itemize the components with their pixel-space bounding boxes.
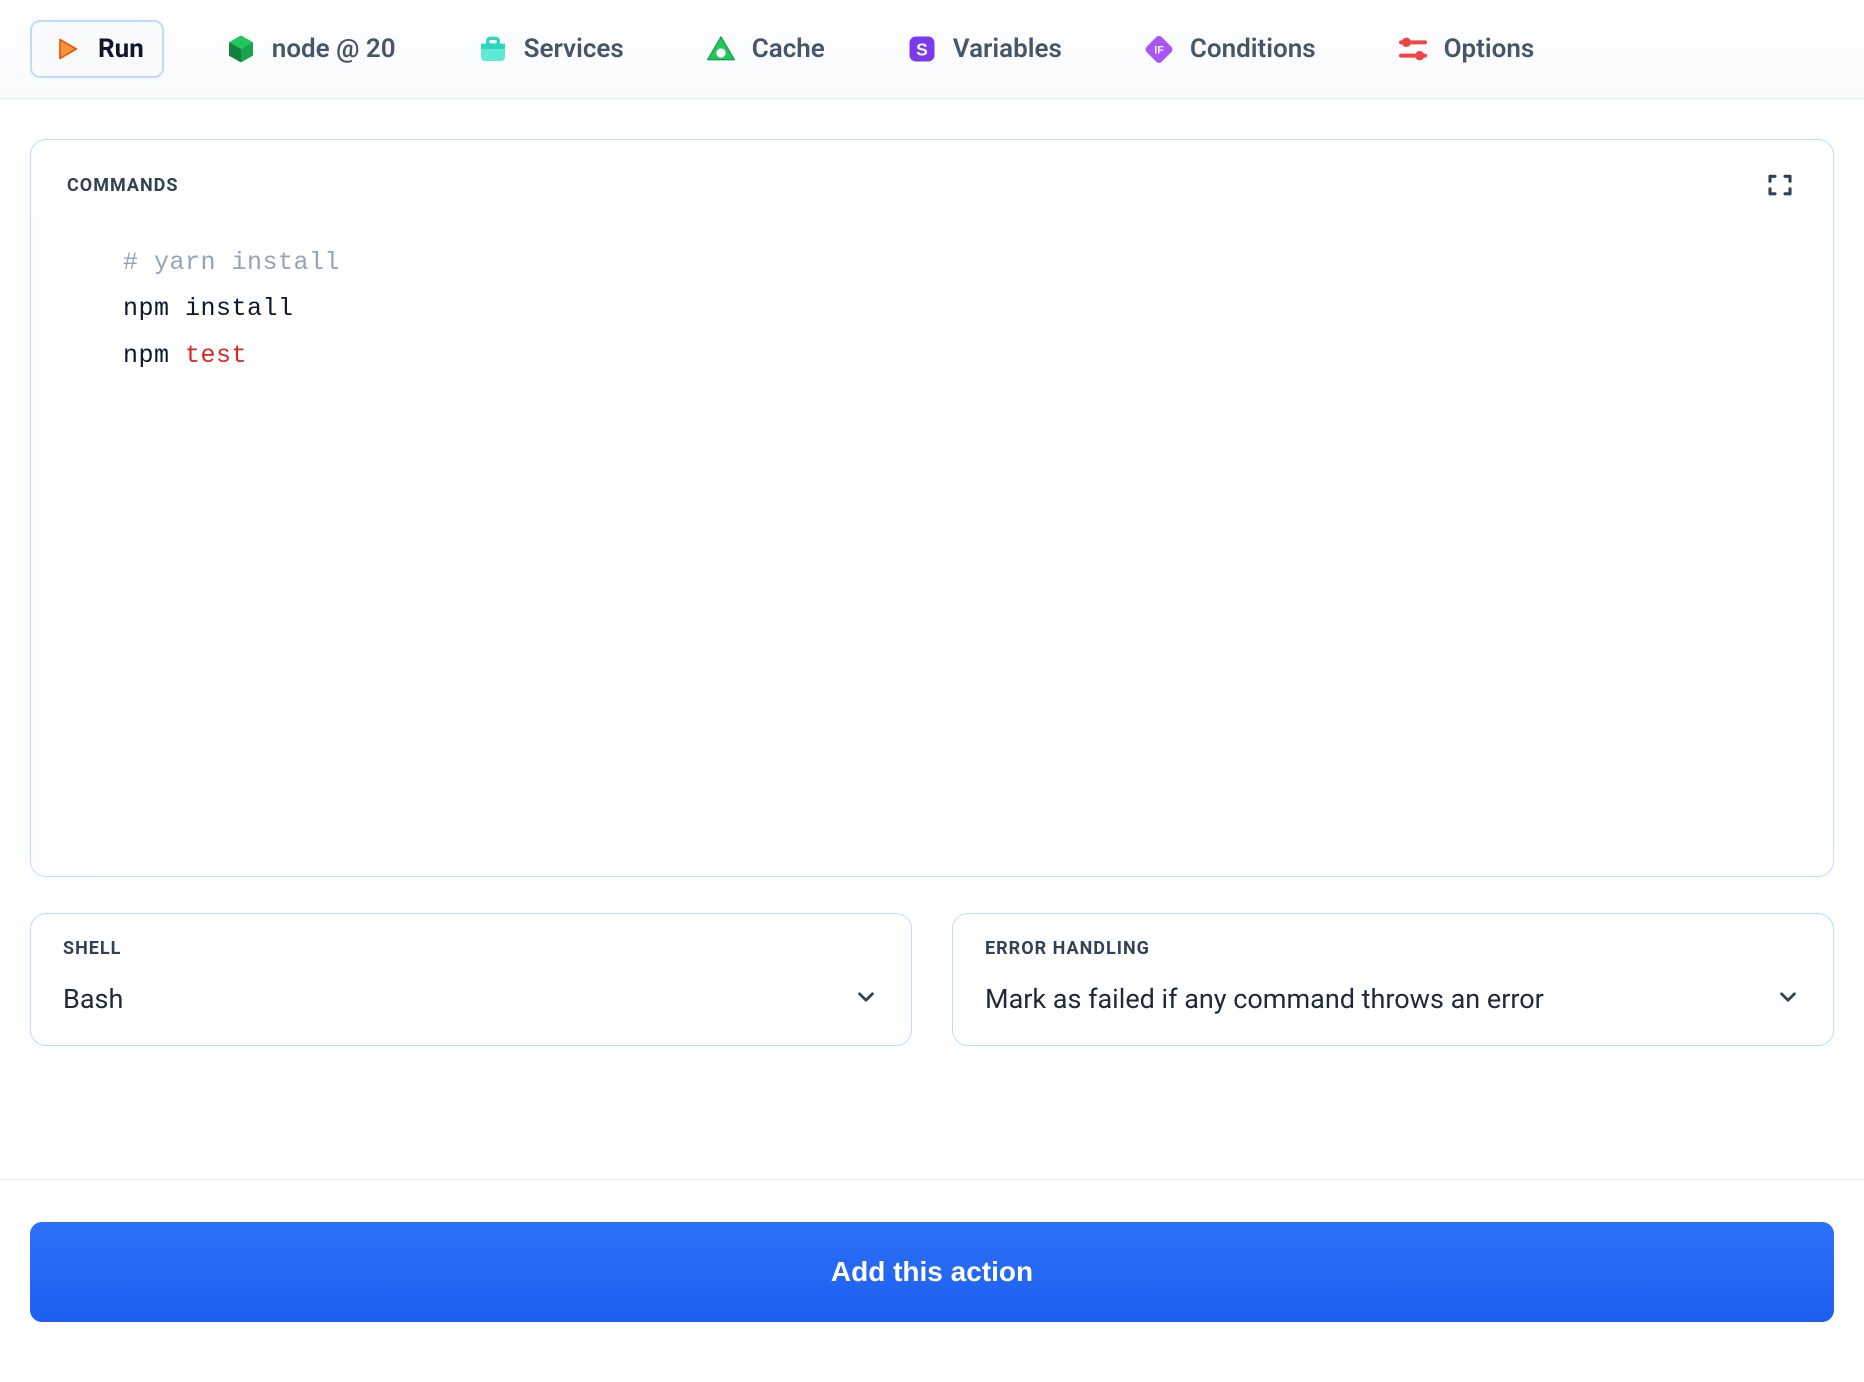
expand-icon: [1765, 170, 1795, 200]
tab-label: node @ 20: [272, 34, 396, 64]
error-handling-label: ERROR HANDLING: [985, 938, 1801, 959]
tab-services[interactable]: Services: [456, 20, 644, 78]
shell-value: Bash: [63, 983, 123, 1015]
select-row: SHELL Bash ERROR HANDLING Mark as failed…: [30, 913, 1834, 1046]
tab-options[interactable]: Options: [1376, 20, 1555, 78]
commands-label: COMMANDS: [67, 175, 178, 196]
tab-variables[interactable]: S Variables: [885, 20, 1082, 78]
tab-environment[interactable]: node @ 20: [204, 20, 416, 78]
error-handling-select[interactable]: ERROR HANDLING Mark as failed if any com…: [952, 913, 1834, 1046]
editor-line: # yarn install: [123, 248, 340, 277]
commands-header: COMMANDS: [31, 140, 1833, 216]
shell-select[interactable]: SHELL Bash: [30, 913, 912, 1046]
add-action-button[interactable]: Add this action: [30, 1222, 1834, 1322]
expand-button[interactable]: [1763, 168, 1797, 202]
tab-bar: Run node @ 20 Services: [0, 0, 1864, 99]
chevron-down-icon: [1775, 984, 1801, 1014]
main-content: COMMANDS # yarn install npm install npm …: [0, 99, 1864, 1046]
error-handling-value: Mark as failed if any command throws an …: [985, 983, 1544, 1015]
chevron-down-icon: [853, 984, 879, 1014]
footer: Add this action: [0, 1179, 1864, 1382]
commands-editor[interactable]: # yarn install npm install npm test: [103, 216, 1833, 876]
commands-card: COMMANDS # yarn install npm install npm …: [30, 139, 1834, 877]
if-icon: IF: [1142, 32, 1176, 66]
editor-line: npm install: [123, 294, 294, 323]
editor-gutter: [31, 216, 103, 876]
triangle-icon: [704, 32, 738, 66]
tab-cache[interactable]: Cache: [684, 20, 845, 78]
node-icon: [224, 32, 258, 66]
dollar-icon: S: [905, 32, 939, 66]
shell-value-row: Bash: [63, 983, 879, 1015]
editor-wrap: # yarn install npm install npm test: [31, 216, 1833, 876]
tab-label: Cache: [752, 34, 825, 64]
svg-text:IF: IF: [1154, 45, 1164, 57]
tab-label: Options: [1444, 34, 1535, 64]
error-handling-value-row: Mark as failed if any command throws an …: [985, 983, 1801, 1015]
tab-label: Services: [524, 34, 624, 64]
package-icon: [476, 32, 510, 66]
tab-label: Run: [98, 34, 144, 64]
sliders-icon: [1396, 32, 1430, 66]
tab-run[interactable]: Run: [30, 20, 164, 78]
tab-label: Conditions: [1190, 34, 1316, 64]
shell-label: SHELL: [63, 938, 879, 959]
svg-text:S: S: [916, 39, 928, 59]
tab-conditions[interactable]: IF Conditions: [1122, 20, 1336, 78]
tab-label: Variables: [953, 34, 1062, 64]
editor-line: npm test: [123, 341, 247, 370]
play-icon: [50, 32, 84, 66]
